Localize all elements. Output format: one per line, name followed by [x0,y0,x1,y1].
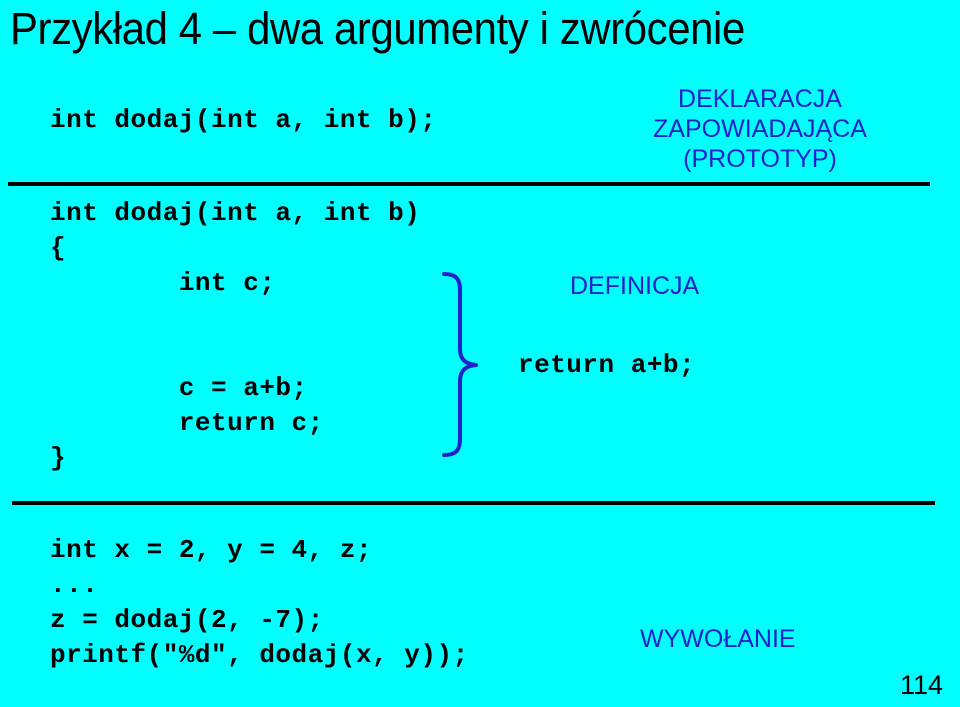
code-return-note: return a+b; [518,350,696,380]
curly-brace-svg [442,272,478,457]
code-block-usage: int x = 2, y = 4, z; ... z = dodaj(2, -7… [50,535,469,670]
annotation-declaration: DEKLARACJA ZAPOWIADAJĄCA (PROTOTYP) [653,85,867,173]
slide-canvas: Przykład 4 – dwa argumenty i zwrócenie i… [0,0,960,707]
annotation-definition: DEFINICJA [570,272,700,300]
divider-bottom [12,501,935,505]
curly-brace-icon [436,263,496,463]
code-block-definition: int dodaj(int a, int b) { int c; c = a+b… [50,198,421,473]
annotation-call: WYWOŁANIE [640,625,796,653]
divider-top [8,182,930,186]
code-block-prototype: int dodaj(int a, int b); [50,105,437,135]
page-title: Przykład 4 – dwa argumenty i zwrócenie [10,3,745,54]
page-number: 114 [900,670,944,700]
